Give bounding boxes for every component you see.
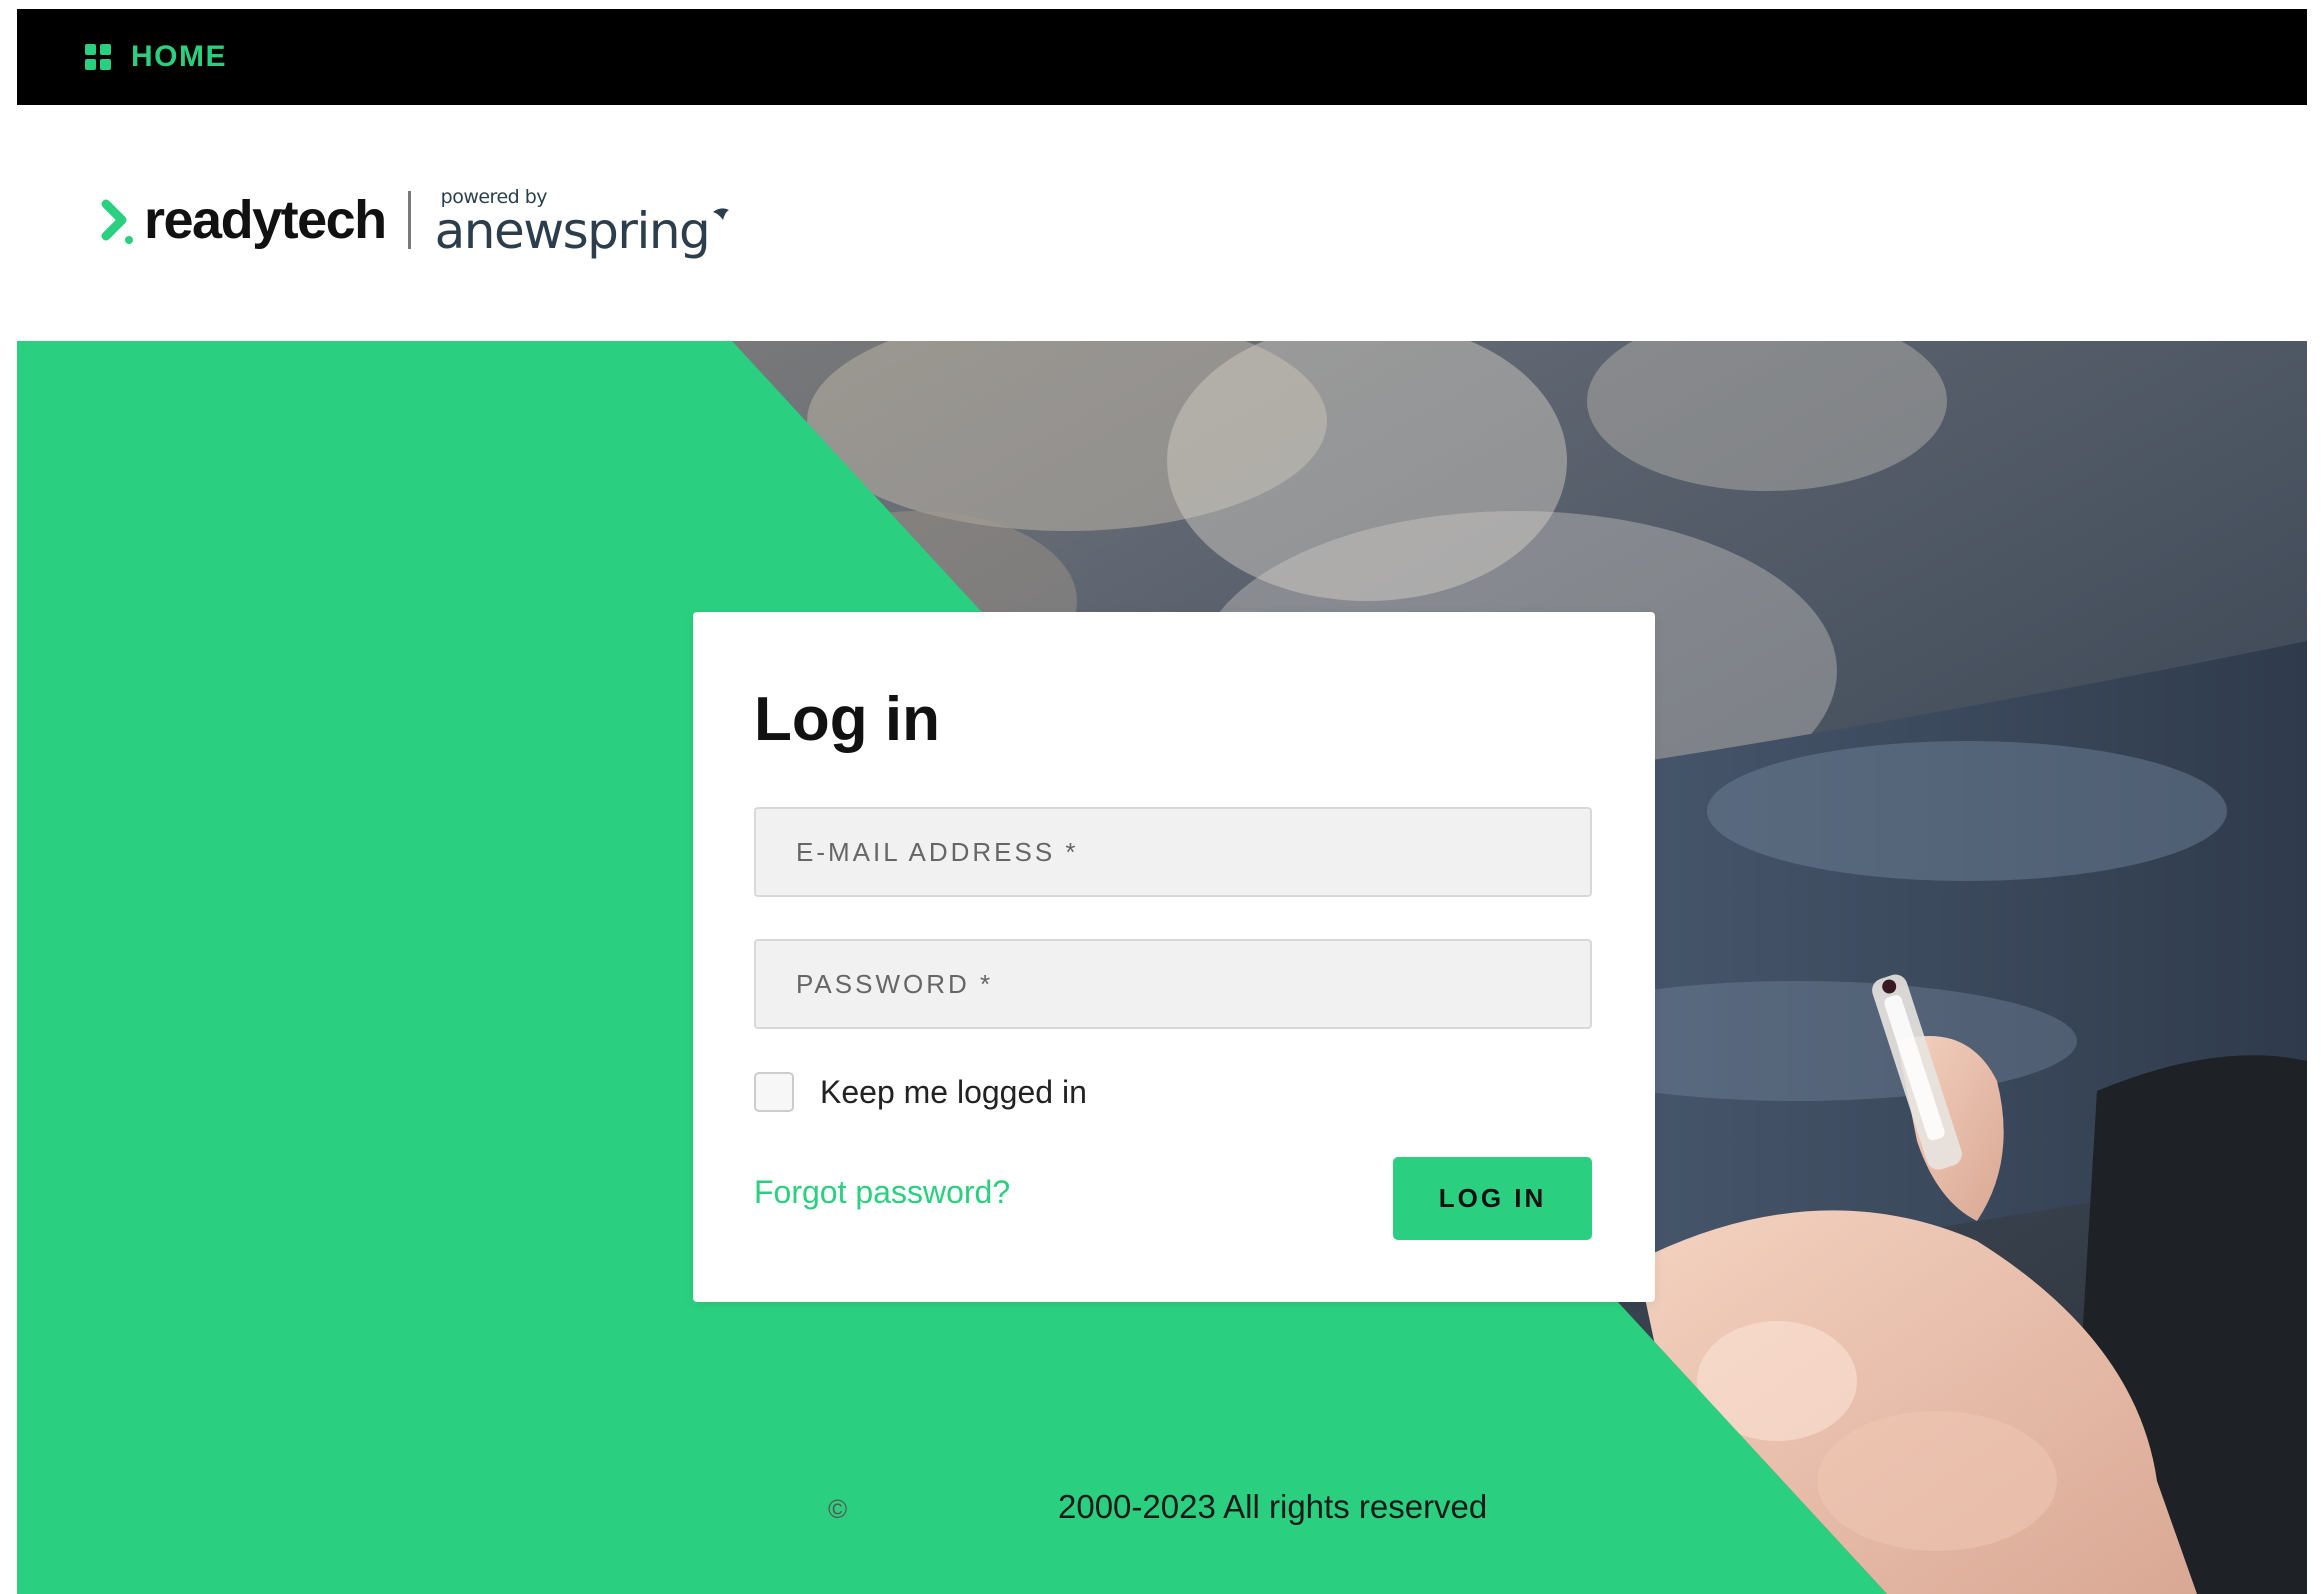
home-label: HOME bbox=[131, 40, 227, 73]
anewspring-wordmark: anewspring bbox=[434, 202, 711, 260]
grid-icon bbox=[85, 44, 111, 70]
logo-divider bbox=[407, 191, 411, 249]
home-link[interactable]: HOME bbox=[85, 9, 227, 105]
chevron-right-icon bbox=[101, 199, 133, 244]
brand-logo: readytech powered by anewspring bbox=[98, 180, 735, 260]
footer-copyright-text: 2000-2023 All rights reserved bbox=[1058, 1488, 1488, 1525]
anewspring-logo: powered by anewspring bbox=[435, 180, 735, 260]
forgot-password-link[interactable]: Forgot password? bbox=[754, 1174, 1010, 1211]
login-title: Log in bbox=[754, 685, 940, 754]
email-field[interactable] bbox=[754, 807, 1592, 897]
login-card: Log in Keep me logged in Forgot password… bbox=[693, 612, 1655, 1302]
log-in-button[interactable]: LOG IN bbox=[1393, 1157, 1592, 1240]
top-nav-bar: HOME bbox=[17, 9, 2307, 105]
readytech-wordmark: readytech bbox=[144, 190, 387, 250]
page: HOME readytech powered by anewspring Log… bbox=[0, 0, 2324, 1594]
keep-logged-in-label: Keep me logged in bbox=[820, 1073, 1087, 1110]
keep-logged-in-checkbox[interactable] bbox=[754, 1072, 794, 1112]
password-field[interactable] bbox=[754, 939, 1592, 1029]
keep-logged-in-row[interactable]: Keep me logged in bbox=[754, 1070, 1087, 1114]
copyright-icon: © bbox=[828, 1494, 848, 1524]
swoosh-icon bbox=[712, 208, 729, 220]
